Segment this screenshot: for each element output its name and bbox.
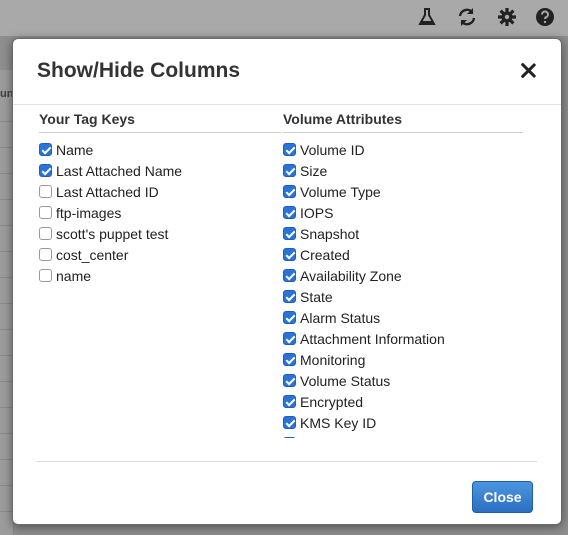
checkbox[interactable] xyxy=(283,269,296,282)
tag-key-item[interactable]: cost_center xyxy=(39,244,281,265)
tag-key-item[interactable]: Name xyxy=(39,139,281,160)
checkbox[interactable] xyxy=(39,227,52,240)
volume-attribute-item[interactable]: Alarm Status xyxy=(283,307,523,328)
volume-attributes-list: Volume ID Size Volume Type IOPS Snapshot Crea… xyxy=(283,139,523,438)
volume-attribute-item[interactable]: Created xyxy=(283,244,523,265)
volume-attribute-label: KMS Key ID xyxy=(300,414,377,431)
volume-attribute-item[interactable]: Snapshot xyxy=(283,223,523,244)
tag-key-label: cost_center xyxy=(56,246,129,263)
volume-attribute-label: Volume ID xyxy=(300,141,365,158)
tag-key-label: Last Attached ID xyxy=(56,183,159,200)
checkbox[interactable] xyxy=(283,248,296,261)
checkbox[interactable] xyxy=(283,332,296,345)
checkbox[interactable] xyxy=(39,185,52,198)
checkbox[interactable] xyxy=(283,374,296,387)
volume-attribute-label: KMS Key Aliases xyxy=(300,436,407,439)
tag-keys-section: Your Tag Keys Name Last Attached Name Last… xyxy=(39,111,281,286)
checkbox[interactable] xyxy=(283,143,296,156)
volume-attribute-label: Attachment Information xyxy=(300,330,445,347)
volume-attribute-label: Volume Type xyxy=(300,183,381,200)
volume-attribute-label: Alarm Status xyxy=(300,309,381,326)
flask-icon[interactable] xyxy=(416,6,438,28)
checkbox[interactable] xyxy=(283,164,296,177)
checkbox[interactable] xyxy=(39,164,52,177)
checkbox[interactable] xyxy=(283,437,296,438)
volume-attributes-heading: Volume Attributes xyxy=(283,111,523,133)
dialog-header: Show/Hide Columns xyxy=(13,39,561,105)
checkbox[interactable] xyxy=(283,185,296,198)
tag-key-label: Last Attached Name xyxy=(56,162,183,179)
close-button[interactable]: Close xyxy=(472,481,533,513)
volume-attribute-label: Size xyxy=(300,162,328,179)
volume-attributes-section: Volume Attributes Volume ID Size Volume Ty… xyxy=(283,111,523,438)
checkbox[interactable] xyxy=(39,143,52,156)
volume-attribute-item[interactable]: Encrypted xyxy=(283,391,523,412)
checkbox[interactable] xyxy=(283,227,296,240)
volume-attribute-label: Volume Status xyxy=(300,372,391,389)
volume-attribute-item[interactable]: Size xyxy=(283,160,523,181)
volume-attribute-item[interactable]: Monitoring xyxy=(283,349,523,370)
volume-attribute-item[interactable]: Volume Status xyxy=(283,370,523,391)
tag-key-item[interactable]: scott's puppet test xyxy=(39,223,281,244)
checkbox[interactable] xyxy=(283,416,296,429)
volume-attribute-item[interactable]: Volume Type xyxy=(283,181,523,202)
volume-attribute-label: IOPS xyxy=(300,204,334,221)
checkbox[interactable] xyxy=(283,395,296,408)
tag-key-label: Name xyxy=(56,141,94,158)
tag-key-item[interactable]: name xyxy=(39,265,281,286)
footer-divider xyxy=(37,461,537,462)
refresh-icon[interactable] xyxy=(456,6,478,28)
volume-attribute-item[interactable]: State xyxy=(283,286,523,307)
help-icon[interactable] xyxy=(534,6,556,28)
tag-key-item[interactable]: Last Attached ID xyxy=(39,181,281,202)
volume-attribute-item[interactable]: Attachment Information xyxy=(283,328,523,349)
checkbox[interactable] xyxy=(283,206,296,219)
checkbox[interactable] xyxy=(283,311,296,324)
volume-attribute-item[interactable]: IOPS xyxy=(283,202,523,223)
volume-attribute-item[interactable]: KMS Key ID xyxy=(283,412,523,433)
tag-key-label: scott's puppet test xyxy=(56,225,169,242)
checkbox[interactable] xyxy=(39,206,52,219)
background-toolbar xyxy=(0,0,568,36)
tag-key-label: name xyxy=(56,267,92,284)
volume-attribute-label: Created xyxy=(300,246,350,263)
tag-key-item[interactable]: Last Attached Name xyxy=(39,160,281,181)
volume-attribute-item[interactable]: KMS Key Aliases xyxy=(283,433,523,438)
tag-keys-heading: Your Tag Keys xyxy=(39,111,281,133)
volume-attribute-item[interactable]: Availability Zone xyxy=(283,265,523,286)
tag-key-item[interactable]: ftp-images xyxy=(39,202,281,223)
volume-attributes-scroll-area[interactable]: Volume ID Size Volume Type IOPS Snapshot Crea… xyxy=(283,139,523,438)
close-icon[interactable] xyxy=(519,61,537,79)
volume-attribute-label: Monitoring xyxy=(300,351,366,368)
checkbox[interactable] xyxy=(39,269,52,282)
tag-keys-list: Name Last Attached Name Last Attached ID ft… xyxy=(39,139,281,286)
volume-attribute-label: Snapshot xyxy=(300,225,360,242)
volume-attribute-label: Encrypted xyxy=(300,393,364,410)
volume-attribute-item[interactable]: Volume ID xyxy=(283,139,523,160)
show-hide-columns-dialog: Show/Hide Columns Your Tag Keys Name Last… xyxy=(12,38,562,525)
volume-attribute-label: Availability Zone xyxy=(300,267,402,284)
checkbox[interactable] xyxy=(283,353,296,366)
checkbox[interactable] xyxy=(283,290,296,303)
checkbox[interactable] xyxy=(39,248,52,261)
tag-key-label: ftp-images xyxy=(56,204,122,221)
dialog-title: Show/Hide Columns xyxy=(37,59,241,82)
volume-attribute-label: State xyxy=(300,288,333,305)
gear-icon[interactable] xyxy=(496,6,518,28)
